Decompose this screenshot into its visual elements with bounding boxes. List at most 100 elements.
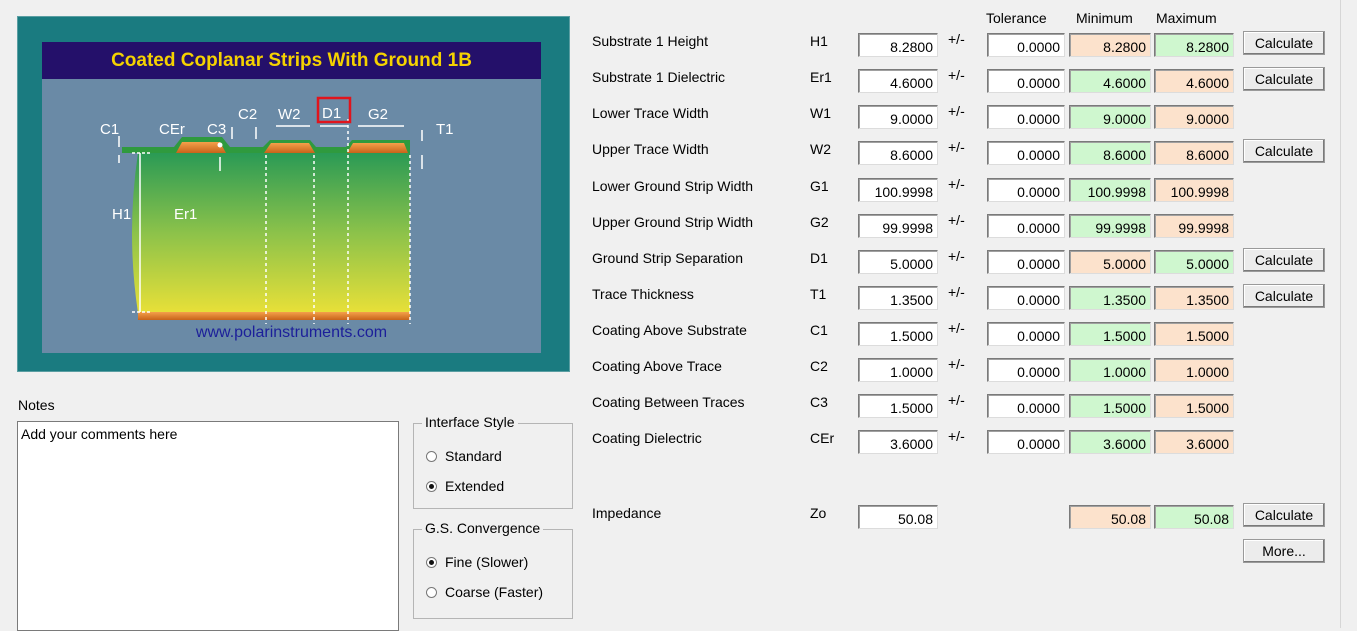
param-symbol-d1: D1 (810, 250, 828, 266)
label-h1: H1 (112, 206, 131, 223)
diagram-title: Coated Coplanar Strips With Ground 1B (42, 42, 541, 79)
param-label-cer: Coating Dielectric (592, 430, 702, 446)
impedance-value[interactable]: 50.08 (858, 505, 938, 529)
impedance-calculate-button[interactable]: Calculate (1243, 503, 1325, 527)
param-max-g1: 100.9998 (1154, 178, 1234, 202)
param-max-d1: 5.0000 (1154, 250, 1234, 274)
radio-fine[interactable]: Fine (Slower) (426, 554, 528, 570)
radio-fine-indicator[interactable] (426, 556, 437, 568)
param-tolerance-t1[interactable]: 0.0000 (987, 286, 1065, 310)
param-value-h1[interactable]: 8.2800 (858, 33, 938, 57)
label-c2: C2 (238, 106, 257, 123)
param-label-w2: Upper Trace Width (592, 141, 709, 157)
plus-minus-er1: +/- (948, 67, 965, 83)
calculate-button-d1[interactable]: Calculate (1243, 248, 1325, 272)
param-tolerance-c1[interactable]: 0.0000 (987, 322, 1065, 346)
label-c1: C1 (100, 121, 119, 138)
param-value-w1[interactable]: 9.0000 (858, 105, 938, 129)
param-value-c1[interactable]: 1.5000 (858, 322, 938, 346)
more-button[interactable]: More... (1243, 539, 1325, 563)
param-min-c3: 1.5000 (1069, 394, 1151, 418)
param-value-c2[interactable]: 1.0000 (858, 358, 938, 382)
cross-section-drawing: C1 CEr C3 C2 W2 D1 G2 T1 H1 Er1 W1 G1 (100, 96, 454, 324)
impedance-max: 50.08 (1154, 505, 1234, 529)
param-min-w2: 8.6000 (1069, 141, 1151, 165)
radio-extended-label: Extended (445, 478, 505, 494)
param-tolerance-w2[interactable]: 0.0000 (987, 141, 1065, 165)
bottom-ground-plane (138, 312, 410, 320)
plus-minus-w1: +/- (948, 103, 965, 119)
plus-minus-cer: +/- (948, 428, 965, 444)
impedance-label: Impedance (592, 505, 662, 521)
param-min-cer: 3.6000 (1069, 430, 1151, 454)
param-min-d1: 5.0000 (1069, 250, 1151, 274)
param-value-c3[interactable]: 1.5000 (858, 394, 938, 418)
param-tolerance-g2[interactable]: 0.0000 (987, 214, 1065, 238)
radio-coarse[interactable]: Coarse (Faster) (426, 584, 543, 600)
radio-extended[interactable]: Extended (426, 478, 504, 494)
window-edge (1340, 0, 1341, 628)
param-tolerance-g1[interactable]: 0.0000 (987, 178, 1065, 202)
param-tolerance-h1[interactable]: 0.0000 (987, 33, 1065, 57)
label-d1: D1 (322, 105, 341, 122)
param-symbol-g1: G1 (810, 178, 829, 194)
param-label-c2: Coating Above Trace (592, 358, 722, 374)
param-tolerance-c3[interactable]: 0.0000 (987, 394, 1065, 418)
calculate-button-w2[interactable]: Calculate (1243, 139, 1325, 163)
notes-textarea[interactable]: Add your comments here (17, 421, 399, 631)
param-symbol-c3: C3 (810, 394, 828, 410)
param-min-t1: 1.3500 (1069, 286, 1151, 310)
param-max-h1: 8.2800 (1154, 33, 1234, 57)
param-value-g1[interactable]: 100.9998 (858, 178, 938, 202)
calculate-button-h1[interactable]: Calculate (1243, 31, 1325, 55)
plus-minus-h1: +/- (948, 31, 965, 47)
param-min-w1: 9.0000 (1069, 105, 1151, 129)
param-min-g1: 100.9998 (1069, 178, 1151, 202)
param-max-w1: 9.0000 (1154, 105, 1234, 129)
param-value-d1[interactable]: 5.0000 (858, 250, 938, 274)
impedance-symbol: Zo (810, 505, 827, 521)
param-max-cer: 3.6000 (1154, 430, 1234, 454)
right-ground-strip (347, 143, 408, 153)
param-tolerance-c2[interactable]: 0.0000 (987, 358, 1065, 382)
radio-standard[interactable]: Standard (426, 448, 502, 464)
param-value-t1[interactable]: 1.3500 (858, 286, 938, 310)
param-label-c1: Coating Above Substrate (592, 322, 747, 338)
param-max-t1: 1.3500 (1154, 286, 1234, 310)
minimum-header: Minimum (1076, 10, 1133, 26)
param-tolerance-er1[interactable]: 0.0000 (987, 69, 1065, 93)
calculate-button-er1[interactable]: Calculate (1243, 67, 1325, 91)
plus-minus-c3: +/- (948, 392, 965, 408)
param-value-cer[interactable]: 3.6000 (858, 430, 938, 454)
param-value-er1[interactable]: 4.6000 (858, 69, 938, 93)
param-value-w2[interactable]: 8.6000 (858, 141, 938, 165)
substrate-shape (132, 153, 410, 313)
param-tolerance-w1[interactable]: 0.0000 (987, 105, 1065, 129)
radio-standard-indicator[interactable] (426, 450, 437, 462)
calculate-button-t1[interactable]: Calculate (1243, 284, 1325, 308)
interface-style-group: Interface Style Standard Extended (413, 414, 573, 509)
radio-coarse-indicator[interactable] (426, 586, 437, 598)
structure-diagram: Coated Coplanar Strips With Ground 1B C1… (42, 42, 541, 353)
param-label-c3: Coating Between Traces (592, 394, 745, 410)
param-min-h1: 8.2800 (1069, 33, 1151, 57)
param-tolerance-d1[interactable]: 0.0000 (987, 250, 1065, 274)
param-label-g2: Upper Ground Strip Width (592, 214, 754, 230)
param-max-c2: 1.0000 (1154, 358, 1234, 382)
param-label-d1: Ground Strip Separation (592, 250, 743, 266)
param-symbol-w1: W1 (810, 105, 831, 121)
param-symbol-h1: H1 (810, 33, 828, 49)
param-value-g2[interactable]: 99.9998 (858, 214, 938, 238)
radio-extended-indicator[interactable] (426, 480, 437, 492)
label-cer: CEr (159, 121, 185, 138)
param-min-c1: 1.5000 (1069, 322, 1151, 346)
param-max-er1: 4.6000 (1154, 69, 1234, 93)
label-t1: T1 (436, 121, 454, 138)
diagram-url: www.polarinstruments.com (195, 324, 388, 341)
impedance-min: 50.08 (1069, 505, 1151, 529)
interface-style-title: Interface Style (422, 414, 518, 430)
param-min-c2: 1.0000 (1069, 358, 1151, 382)
param-tolerance-cer[interactable]: 0.0000 (987, 430, 1065, 454)
gs-convergence-group: G.S. Convergence Fine (Slower) Coarse (F… (413, 520, 573, 619)
param-symbol-g2: G2 (810, 214, 829, 230)
